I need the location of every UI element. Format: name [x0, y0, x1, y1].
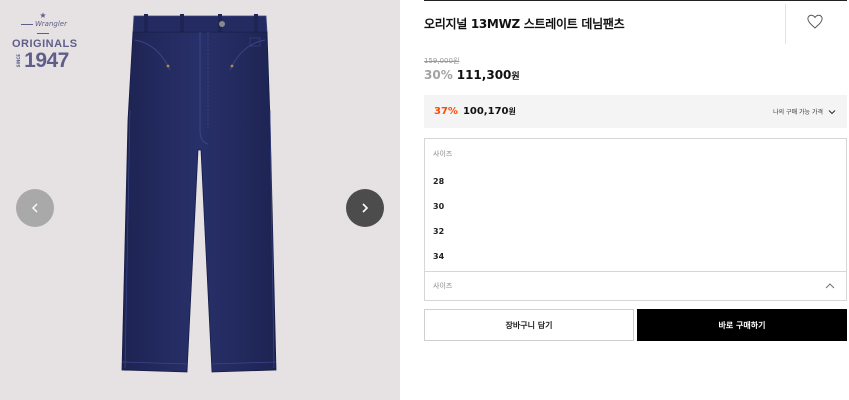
wishlist-button[interactable]: [806, 13, 824, 31]
size-select-placeholder: 사이즈: [433, 282, 453, 290]
size-dropdown-header: 사이즈: [433, 150, 453, 158]
product-image: [121, 14, 277, 373]
sale-price-value: 111,300: [456, 68, 512, 82]
member-price: 100,170원: [463, 106, 516, 117]
previous-image-button[interactable]: [16, 189, 54, 227]
brand-since: SINCE: [16, 54, 22, 68]
sale-price: 111,300원: [457, 68, 520, 82]
member-discount-percent: 37%: [434, 106, 458, 117]
buy-now-button[interactable]: 바로 구매하기: [637, 309, 847, 341]
size-select[interactable]: 사이즈: [424, 271, 847, 301]
divider: [785, 4, 786, 44]
size-option-32[interactable]: 32: [425, 219, 846, 244]
chevron-left-icon: [32, 203, 38, 213]
original-price: 159,000원: [424, 57, 460, 65]
currency-unit: 원: [511, 72, 520, 82]
next-image-button[interactable]: [346, 189, 384, 227]
brand-wrangler: Wrangler: [35, 20, 67, 28]
member-price-box: 37% 100,170원 나의 구매 가능 가격: [424, 95, 847, 128]
brand-year: 1947: [24, 49, 69, 72]
my-purchase-price-toggle[interactable]: 나의 구매 가능 가격: [773, 107, 837, 117]
chevron-up-icon: [825, 283, 835, 289]
discount-percent: 30%: [424, 68, 453, 82]
size-option-30[interactable]: 30: [425, 194, 846, 219]
size-option-34[interactable]: 34: [425, 244, 846, 269]
product-info-panel: 오리지널 13MWZ 스트레이트 데님팬츠 159,000원 30% 111,3…: [424, 0, 847, 400]
star-icon: ★: [39, 11, 47, 20]
product-image-gallery: ★ Wrangler ORIGINALS SINCE 1947: [0, 0, 400, 400]
my-purchase-price-label: 나의 구매 가능 가격: [773, 109, 823, 116]
currency-unit: 원: [508, 107, 516, 116]
chevron-down-icon: [828, 109, 836, 114]
product-title: 오리지널 13MWZ 스트레이트 데님팬츠: [424, 17, 625, 31]
sale-price-row: 30% 111,300원: [424, 68, 520, 82]
chevron-right-icon: [362, 203, 369, 213]
divider: [424, 0, 847, 1]
add-to-cart-button[interactable]: 장바구니 담기: [424, 309, 634, 341]
member-price-value: 100,170: [462, 106, 509, 117]
heart-icon: [807, 14, 823, 29]
size-option-28[interactable]: 28: [425, 169, 846, 194]
brand-logo: ★ Wrangler ORIGINALS SINCE 1947: [12, 11, 77, 72]
size-dropdown: 사이즈 28 30 32 34 사이즈: [424, 138, 847, 301]
